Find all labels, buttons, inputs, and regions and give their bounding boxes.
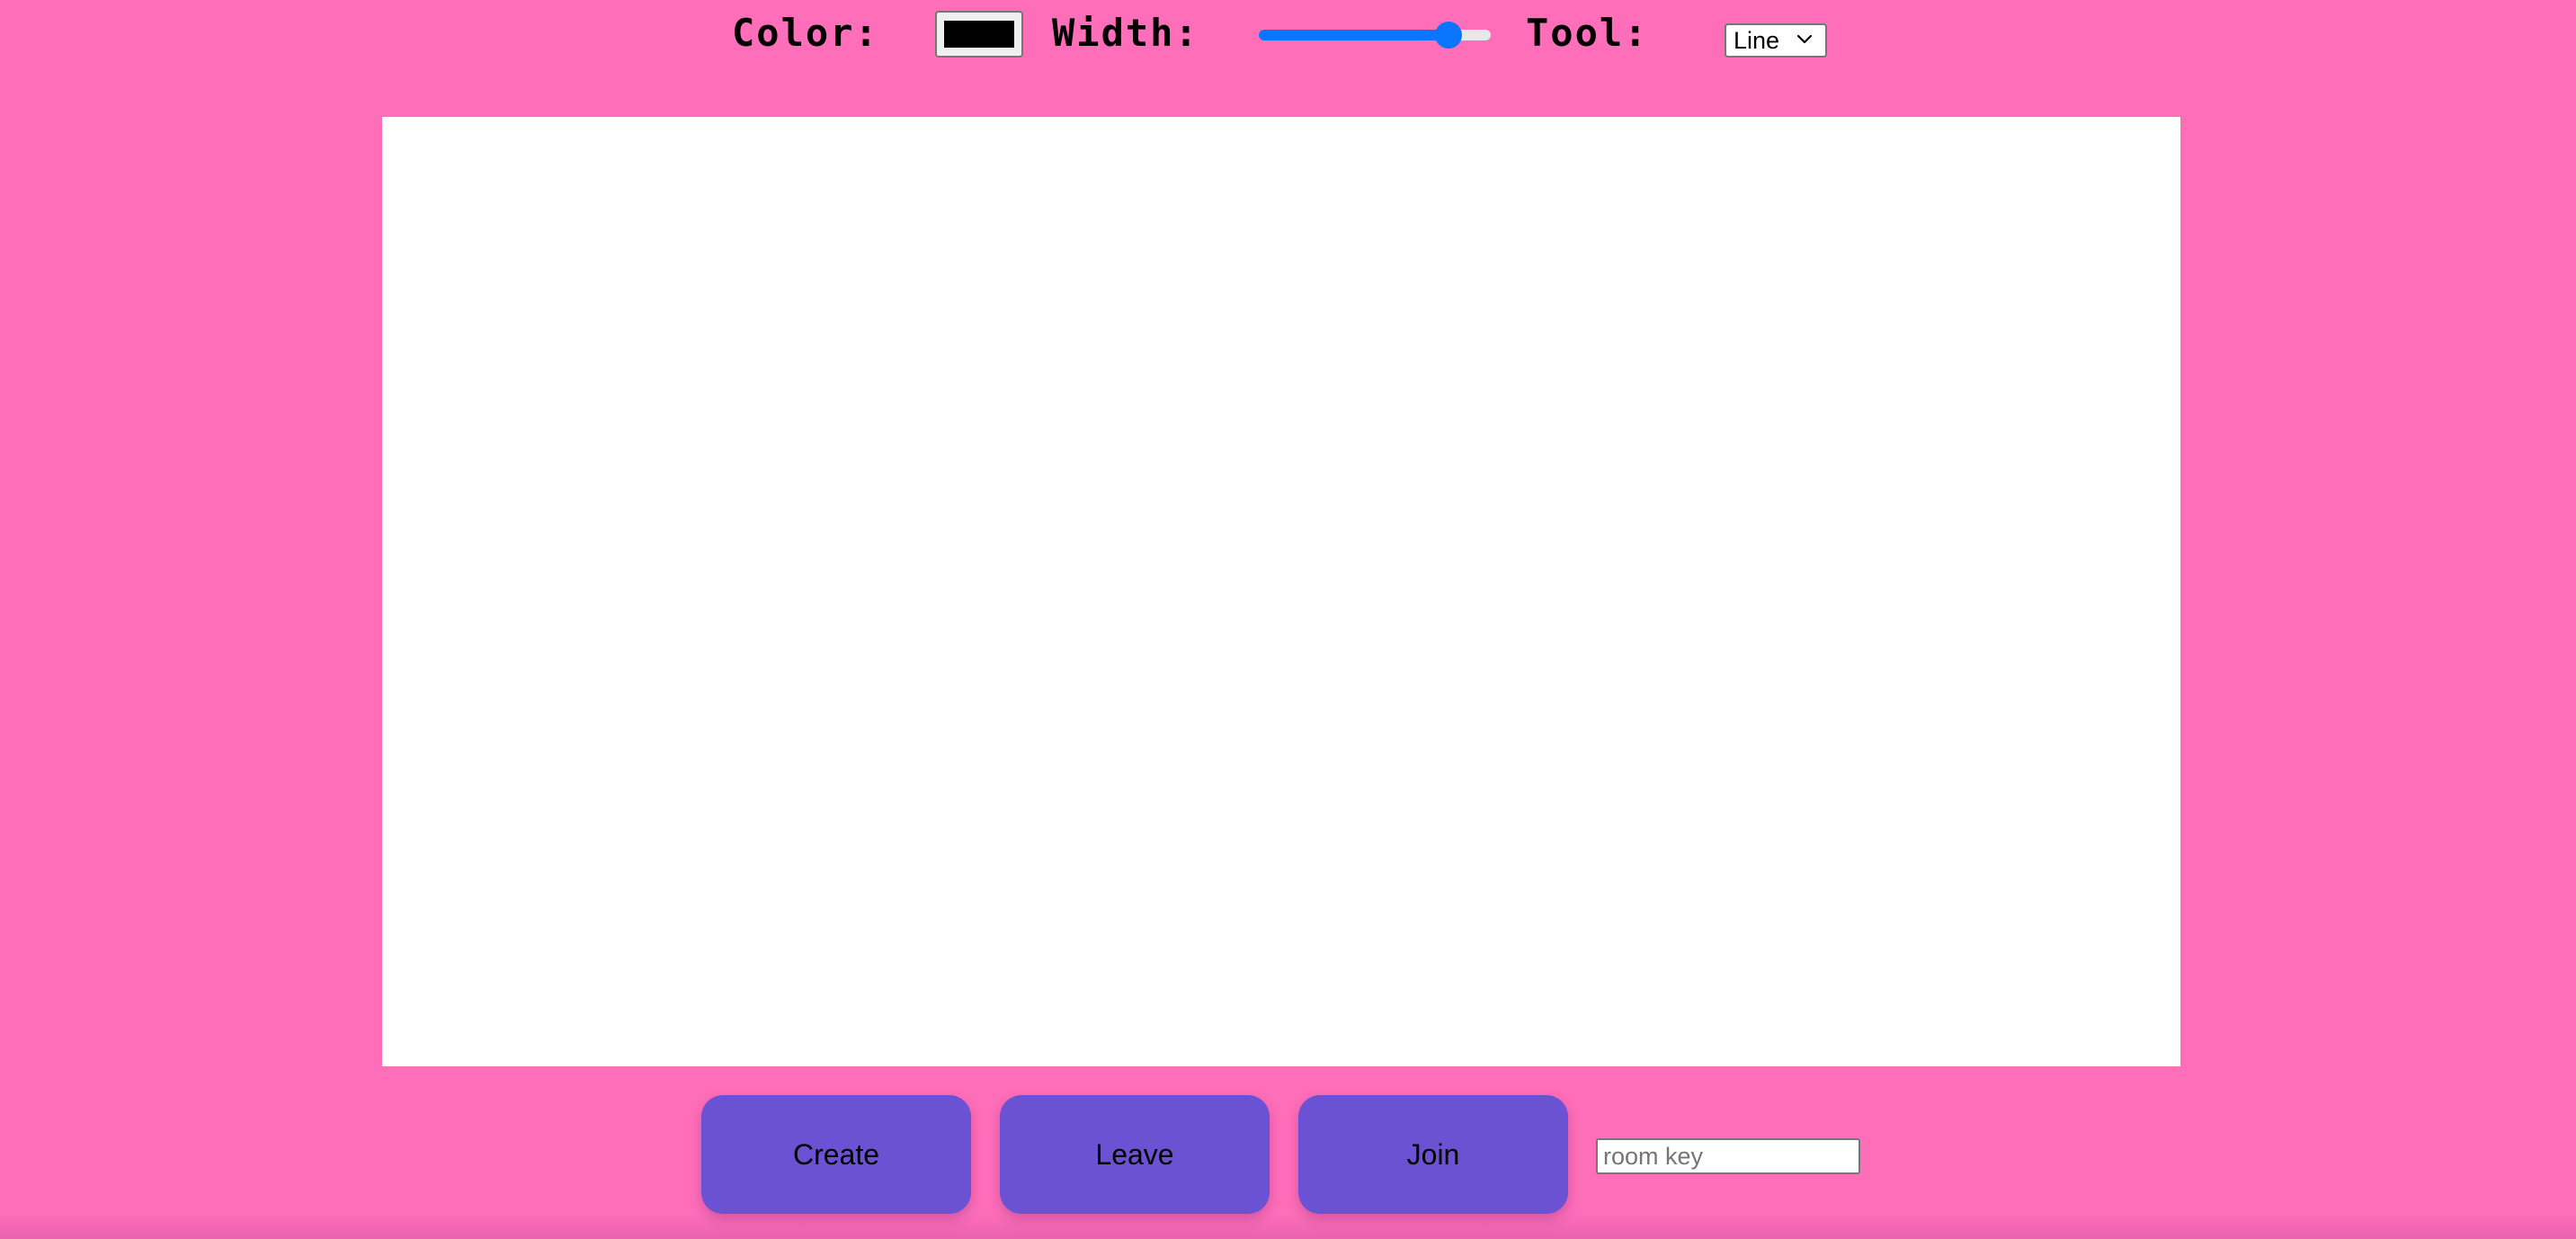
color-swatch [944,21,1014,48]
tool-select-value: Line [1734,27,1780,54]
join-button[interactable]: Join [1298,1095,1568,1214]
color-picker[interactable] [935,11,1023,58]
bottom-shade [0,1214,2576,1239]
width-slider[interactable] [1259,22,1491,49]
slider-thumb[interactable] [1435,22,1463,49]
width-label: Width: [1052,11,1199,55]
drawing-canvas[interactable] [382,117,2180,1066]
tool-select[interactable]: Line [1725,23,1827,58]
leave-button[interactable]: Leave [1000,1095,1270,1214]
color-label: Color: [732,11,879,55]
room-key-input[interactable] [1596,1138,1860,1174]
slider-fill [1259,30,1449,40]
chevron-down-icon [1796,34,1813,44]
create-button[interactable]: Create [701,1095,971,1214]
tool-label: Tool: [1526,11,1649,55]
